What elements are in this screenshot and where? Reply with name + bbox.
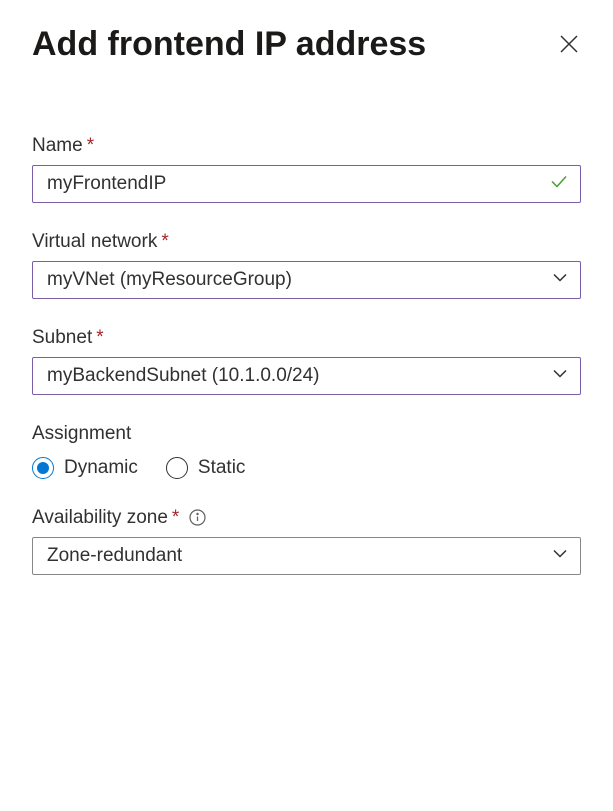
assignment-field-group: Assignment Dynamic Static	[32, 423, 581, 479]
panel-header: Add frontend IP address	[32, 24, 581, 65]
name-label-text: Name	[32, 135, 83, 157]
subnet-selected-value: myBackendSubnet (10.1.0.0/24)	[47, 365, 320, 387]
vnet-select[interactable]: myVNet (myResourceGroup)	[32, 261, 581, 299]
availability-zone-label-text: Availability zone	[32, 507, 168, 529]
radio-dynamic-label: Dynamic	[64, 457, 138, 479]
radio-static-label: Static	[198, 457, 246, 479]
radio-selected-dot	[37, 462, 49, 474]
radio-static[interactable]: Static	[166, 457, 246, 479]
availability-zone-label: Availability zone *	[32, 507, 581, 529]
name-label: Name *	[32, 135, 581, 157]
vnet-field-group: Virtual network * myVNet (myResourceGrou…	[32, 231, 581, 299]
vnet-label: Virtual network *	[32, 231, 581, 253]
info-icon[interactable]	[189, 509, 206, 526]
required-indicator: *	[87, 135, 94, 157]
subnet-select[interactable]: myBackendSubnet (10.1.0.0/24)	[32, 357, 581, 395]
subnet-label: Subnet *	[32, 327, 581, 349]
radio-dynamic[interactable]: Dynamic	[32, 457, 138, 479]
assignment-label: Assignment	[32, 423, 581, 445]
availability-zone-field-group: Availability zone * Zone-redundant	[32, 507, 581, 575]
assignment-radio-group: Dynamic Static	[32, 457, 581, 479]
availability-zone-select-wrapper: Zone-redundant	[32, 537, 581, 575]
subnet-field-group: Subnet * myBackendSubnet (10.1.0.0/24)	[32, 327, 581, 395]
vnet-label-text: Virtual network	[32, 231, 157, 253]
radio-circle-icon	[32, 457, 54, 479]
vnet-selected-value: myVNet (myResourceGroup)	[47, 269, 292, 291]
required-indicator: *	[172, 507, 179, 529]
vnet-select-wrapper: myVNet (myResourceGroup)	[32, 261, 581, 299]
close-icon[interactable]	[557, 32, 581, 56]
assignment-label-text: Assignment	[32, 423, 131, 445]
subnet-label-text: Subnet	[32, 327, 92, 349]
name-input[interactable]	[32, 165, 581, 203]
subnet-select-wrapper: myBackendSubnet (10.1.0.0/24)	[32, 357, 581, 395]
required-indicator: *	[161, 231, 168, 253]
availability-zone-select[interactable]: Zone-redundant	[32, 537, 581, 575]
name-field-group: Name *	[32, 135, 581, 203]
required-indicator: *	[96, 327, 103, 349]
name-input-wrapper	[32, 165, 581, 203]
panel-title: Add frontend IP address	[32, 24, 426, 65]
radio-circle-icon	[166, 457, 188, 479]
availability-zone-selected-value: Zone-redundant	[47, 545, 182, 567]
